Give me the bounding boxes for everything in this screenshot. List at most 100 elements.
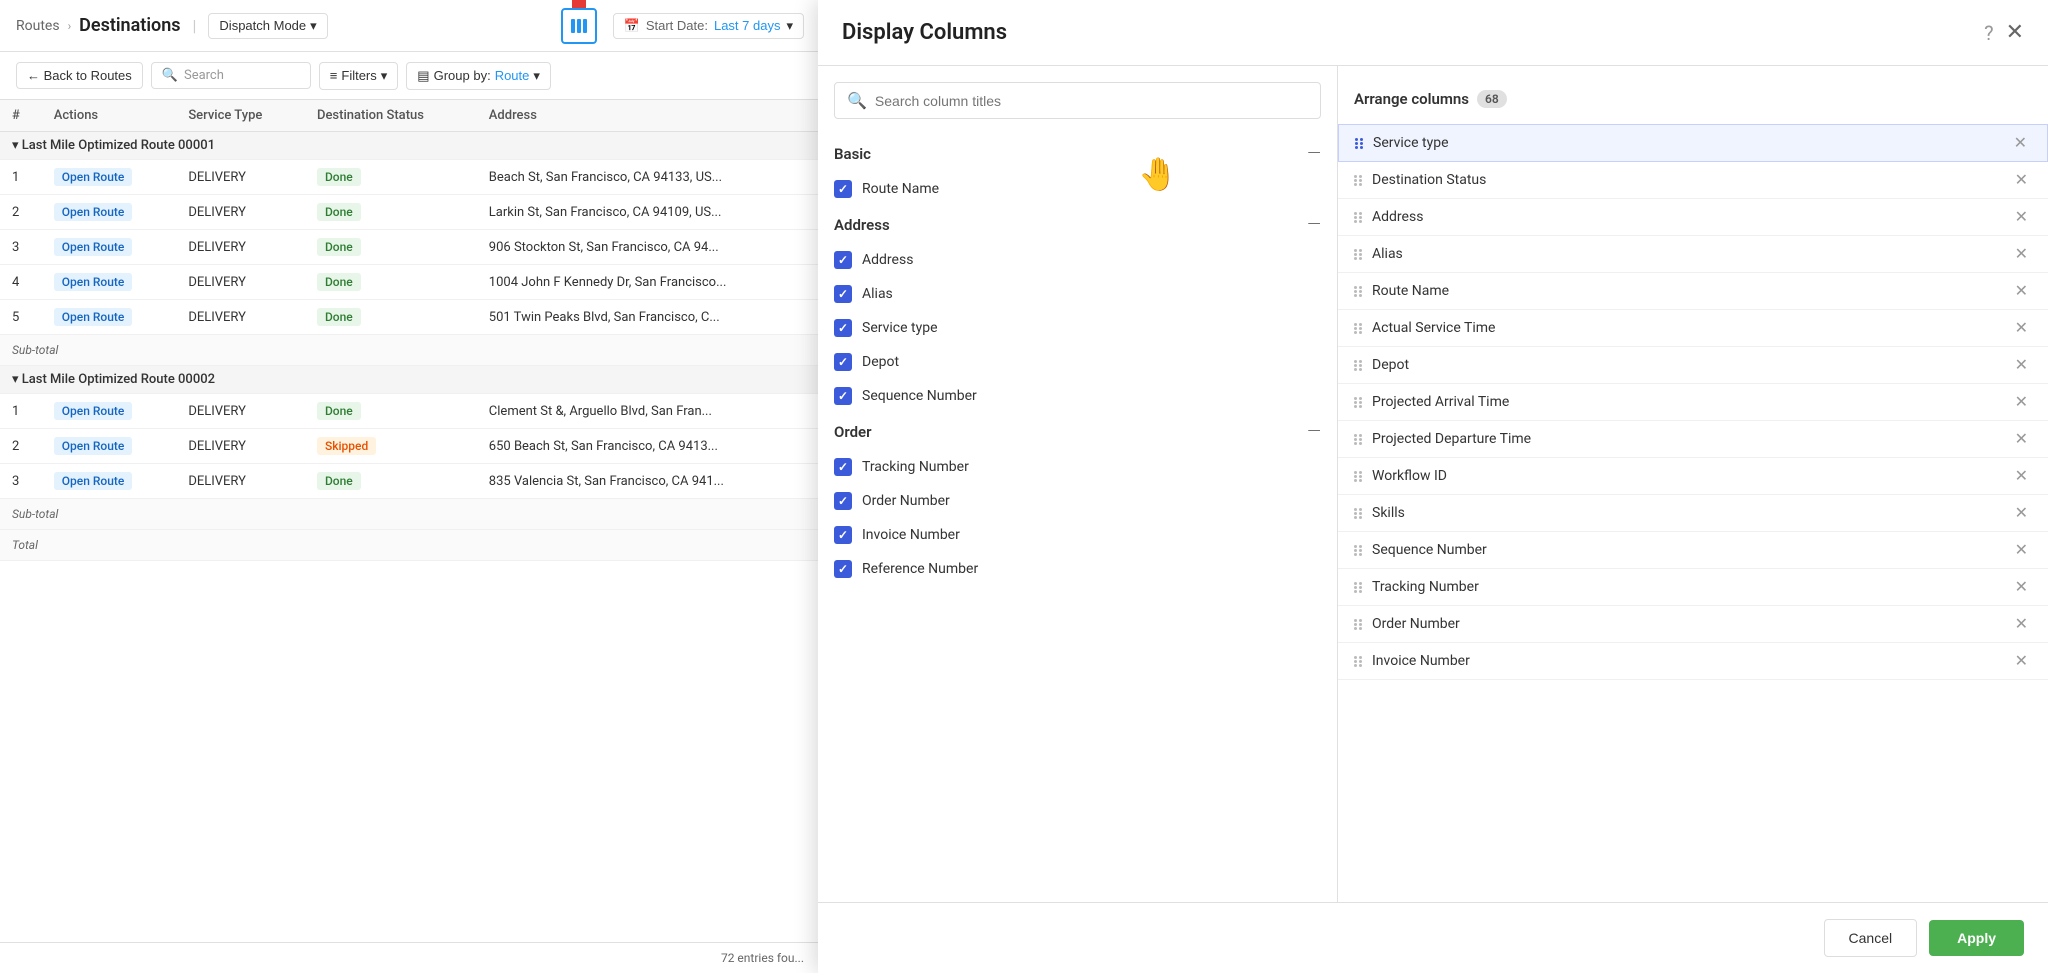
address-section-toggle[interactable]: — [1307, 214, 1321, 235]
basic-section-header[interactable]: Basic — [818, 135, 1337, 172]
checkbox-order-number[interactable]: Order Number [818, 484, 1337, 518]
arrange-item-invoice-number[interactable]: Invoice Number ✕ [1338, 643, 2048, 680]
remove-workflow-id-button[interactable]: ✕ [2011, 466, 2032, 486]
remove-address-button[interactable]: ✕ [2011, 207, 2032, 227]
col-header-num: # [0, 100, 42, 132]
checkbox-reference-number[interactable]: Reference Number [818, 552, 1337, 586]
arrange-item-skills[interactable]: Skills ✕ [1338, 495, 2048, 532]
remove-projected-departure-time-button[interactable]: ✕ [2011, 429, 2032, 449]
search-icon: 🔍 [162, 68, 178, 83]
drag-handle[interactable] [1354, 175, 1362, 186]
arrange-item-depot[interactable]: Depot ✕ [1338, 347, 2048, 384]
remove-route-name-button[interactable]: ✕ [2011, 281, 2032, 301]
arrange-item-destination-status[interactable]: Destination Status ✕ [1338, 162, 2048, 199]
close-icon[interactable]: ✕ [2006, 22, 2024, 44]
group-by-button[interactable]: ▤ Group by: Route ▾ [406, 62, 551, 90]
checkbox-tracking-number[interactable]: Tracking Number [818, 450, 1337, 484]
arrange-item-tracking-number[interactable]: Tracking Number ✕ [1338, 569, 2048, 606]
drag-handle[interactable] [1354, 249, 1362, 260]
col-header-actions: Actions [42, 100, 177, 132]
drag-handle[interactable] [1354, 323, 1362, 334]
drag-handle[interactable] [1354, 360, 1362, 371]
drag-handle[interactable] [1354, 582, 1362, 593]
remove-service-type-button[interactable]: ✕ [2010, 133, 2031, 153]
panel-header-actions: ? ✕ [1984, 21, 2024, 45]
col-header-dest-status: Destination Status [305, 100, 477, 132]
checkbox-service-type[interactable]: Service type [818, 311, 1337, 345]
remove-sequence-number-button[interactable]: ✕ [2011, 540, 2032, 560]
chevron-down-icon: ▾ [310, 18, 317, 34]
drag-handle[interactable] [1354, 545, 1362, 556]
checkbox-alias[interactable]: Alias [818, 277, 1337, 311]
column-search-input[interactable] [875, 93, 1308, 109]
order-section-toggle[interactable]: — [1307, 421, 1321, 442]
arrange-item-route-name[interactable]: Route Name ✕ [1338, 273, 2048, 310]
drag-handle[interactable] [1354, 471, 1362, 482]
chevron-down-icon: ▾ [786, 18, 793, 34]
remove-tracking-number-button[interactable]: ✕ [2011, 577, 2032, 597]
remove-projected-arrival-time-button[interactable]: ✕ [2011, 392, 2032, 412]
arrange-item-actual-service-time[interactable]: Actual Service Time ✕ [1338, 310, 2048, 347]
collapse-icon[interactable]: ▾ [12, 372, 19, 387]
arrange-item-order-number[interactable]: Order Number ✕ [1338, 606, 2048, 643]
arrange-item-projected-departure-time[interactable]: Projected Departure Time ✕ [1338, 421, 2048, 458]
checkbox-depot[interactable]: Depot [818, 345, 1337, 379]
order-section-header[interactable]: Order — [818, 413, 1337, 450]
arrange-item-label-depot: Depot [1372, 357, 1409, 373]
order-section-title: Order [834, 423, 872, 441]
help-icon[interactable]: ? [1984, 21, 1993, 45]
remove-skills-button[interactable]: ✕ [2011, 503, 2032, 523]
remove-order-number-button[interactable]: ✕ [2011, 614, 2032, 634]
breadcrumb-current: Destinations [79, 15, 180, 36]
drag-handle[interactable] [1354, 397, 1362, 408]
table-row: 4 Open Route DELIVERY Done 1004 John F K… [0, 265, 820, 300]
drag-handle[interactable] [1354, 286, 1362, 297]
arrange-item-workflow-id[interactable]: Workflow ID ✕ [1338, 458, 2048, 495]
column-search-box[interactable]: 🔍 [834, 82, 1321, 119]
group-icon: ▤ [417, 68, 429, 84]
checkbox-sequence-number[interactable]: Sequence Number [818, 379, 1337, 413]
checkbox-icon [834, 492, 852, 510]
checkbox-invoice-number[interactable]: Invoice Number [818, 518, 1337, 552]
arrange-item-sequence-number[interactable]: Sequence Number ✕ [1338, 532, 2048, 569]
basic-section-title: Basic [834, 145, 871, 163]
basic-section-toggle[interactable]: — [1307, 143, 1321, 164]
filters-button[interactable]: ≡ Filters ▾ [319, 62, 399, 90]
chevron-down-icon: ▾ [381, 68, 388, 84]
drag-handle-service-type[interactable] [1355, 138, 1363, 149]
breadcrumb-parent[interactable]: Routes [16, 18, 60, 34]
display-columns-panel: Display Columns ? ✕ 🔍 Basic — Route Name [818, 0, 2048, 973]
drag-handle[interactable] [1354, 619, 1362, 630]
checkbox-icon [834, 319, 852, 337]
back-to-routes-button[interactable]: ← Back to Routes [16, 62, 143, 89]
drag-handle[interactable] [1354, 656, 1362, 667]
remove-destination-status-button[interactable]: ✕ [2011, 170, 2032, 190]
date-range-button[interactable]: 📅 Start Date: Last 7 days ▾ [613, 13, 804, 39]
remove-invoice-number-button[interactable]: ✕ [2011, 651, 2032, 671]
remove-alias-button[interactable]: ✕ [2011, 244, 2032, 264]
search-box[interactable]: 🔍 Search [151, 62, 311, 89]
drag-handle[interactable] [1354, 508, 1362, 519]
arrange-item-alias[interactable]: Alias ✕ [1338, 236, 2048, 273]
arrange-item-label-address: Address [1372, 209, 1423, 225]
arrange-item-address[interactable]: Address ✕ [1338, 199, 2048, 236]
checkbox-icon [834, 285, 852, 303]
cancel-button[interactable]: Cancel [1824, 919, 1918, 957]
breadcrumb-chevron: › [68, 19, 72, 33]
arrange-item-projected-arrival-time[interactable]: Projected Arrival Time ✕ [1338, 384, 2048, 421]
dispatch-mode-button[interactable]: Dispatch Mode ▾ [208, 13, 327, 39]
drag-handle[interactable] [1354, 434, 1362, 445]
arrange-item-service-type[interactable]: Service type ✕ [1338, 124, 2048, 162]
checkbox-route-name[interactable]: Route Name [818, 172, 1337, 206]
checkbox-address[interactable]: Address [818, 243, 1337, 277]
display-columns-button[interactable] [561, 8, 597, 44]
apply-button[interactable]: Apply [1929, 920, 2024, 956]
collapse-icon[interactable]: ▾ [12, 138, 19, 153]
table-row: 2 Open Route DELIVERY Done Larkin St, Sa… [0, 195, 820, 230]
drag-handle[interactable] [1354, 212, 1362, 223]
remove-depot-button[interactable]: ✕ [2011, 355, 2032, 375]
route-group-1: ▾ Last Mile Optimized Route 00001 [0, 132, 820, 160]
main-table-area: Routes › Destinations | Dispatch Mode ▾ [0, 0, 820, 973]
remove-actual-service-time-button[interactable]: ✕ [2011, 318, 2032, 338]
address-section-header[interactable]: Address — [818, 206, 1337, 243]
